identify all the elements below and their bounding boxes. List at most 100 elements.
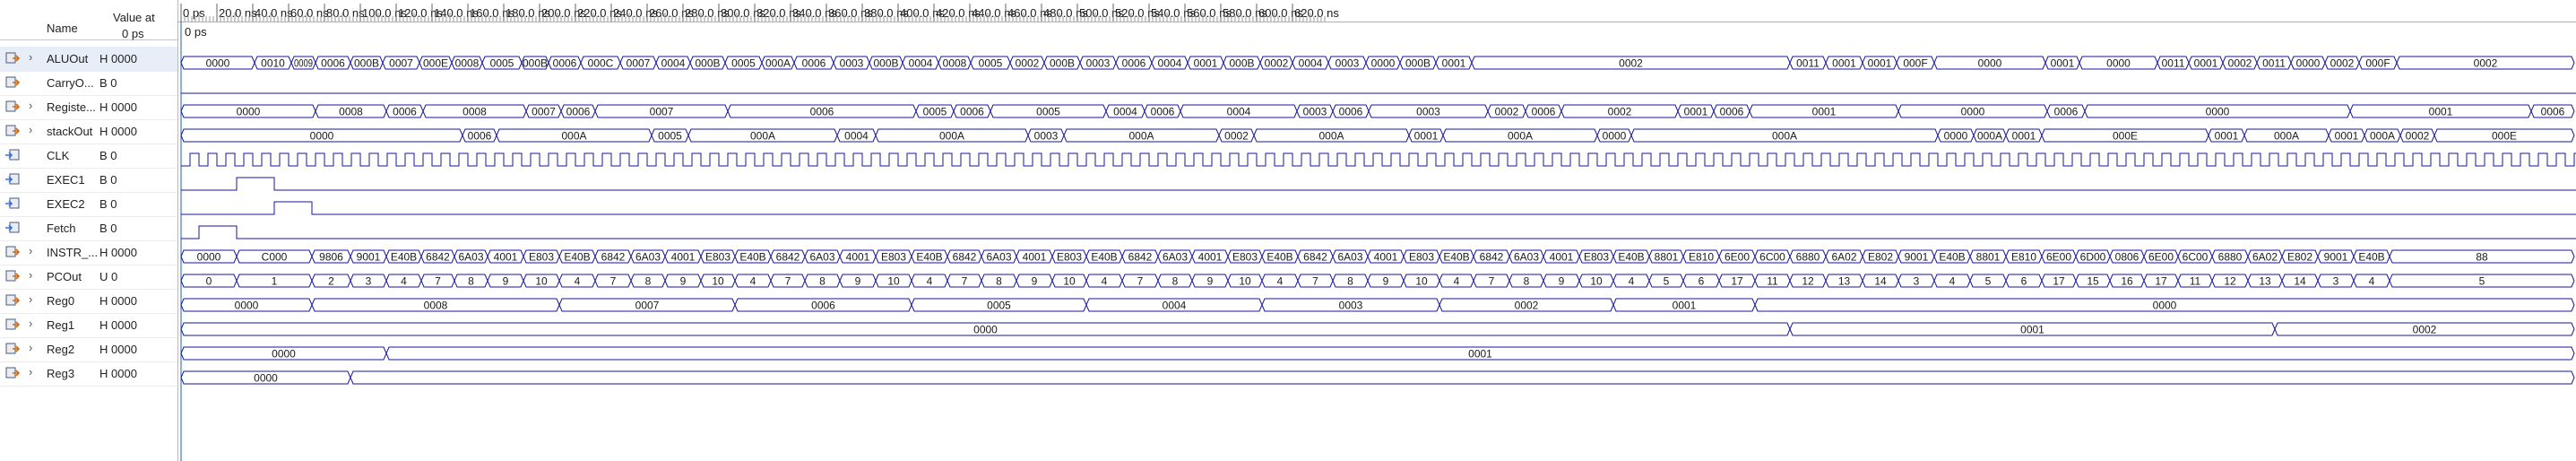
bus-value-label: 4	[401, 275, 407, 288]
bus-value-label: 6842	[426, 251, 450, 264]
bus-value-label: 0006	[1122, 57, 1146, 70]
bus-value-label: 0003	[1416, 106, 1440, 118]
signal-row[interactable]: › Reg2 H 0000	[0, 337, 177, 362]
bus-value-label: 6A02	[1831, 251, 1856, 264]
bus-value-label: 0000	[1603, 130, 1627, 143]
clock-trace	[181, 152, 2576, 167]
value-column-header[interactable]: Value at 0 ps	[106, 0, 177, 40]
bus-value-label: 0002	[2474, 57, 2498, 70]
bus-value-label: 4001	[494, 251, 518, 264]
signal-trace[interactable]	[181, 177, 2576, 191]
signal-trace[interactable]: 0000 0006 000A 0005 000A 0004 000A 0003 000A 0002…	[180, 128, 2575, 143]
signal-row[interactable]: › stackOut H 0000	[0, 119, 177, 144]
bus-value-label: 6880	[1796, 251, 1820, 264]
waveform-canvas[interactable]: 0 ps 20.0 ns40.0 ns60.0 ns80.0 ns100.0 ns…	[177, 0, 2576, 461]
signal-trace[interactable]: 0000 0001	[180, 346, 2575, 361]
signal-row[interactable]: › PCOut U 0	[0, 265, 177, 290]
bus-value-label: 8	[1524, 275, 1530, 288]
signal-trace[interactable]	[181, 225, 2576, 239]
bus-value-label: 6842	[601, 251, 626, 264]
bus-value-label: 0001	[2020, 324, 2044, 336]
expand-chevron-icon[interactable]: ›	[29, 365, 32, 378]
expand-chevron-icon[interactable]: ›	[29, 341, 32, 354]
signal-row[interactable]: › ALUOut H 0000	[0, 47, 177, 72]
bus-value-label: 0001	[2194, 57, 2218, 70]
bus-value-label: E803	[529, 251, 554, 264]
bus-value-label: 0001	[2335, 130, 2359, 143]
bus-value-label: 0004	[1113, 106, 1137, 118]
bus-value-label: 0006	[566, 106, 591, 118]
bus-value-label: 0000	[1978, 57, 2002, 70]
bus-value-label: 0003	[1339, 300, 1363, 312]
bus-value-label: 7	[435, 275, 441, 288]
expand-chevron-icon[interactable]: ›	[29, 317, 32, 330]
signal-trace[interactable]: 0000 0010 0009 0006 000B 0007 000E 0008 0005 000B…	[180, 56, 2575, 70]
signal-name: CLK	[47, 149, 70, 162]
signal-row[interactable]: EXEC2 B 0	[0, 192, 177, 217]
bus-value-label: 0001	[1194, 57, 1218, 70]
signal-value: H 0000	[99, 367, 137, 380]
value-column-time: 0 ps	[122, 27, 144, 40]
bus-value-label: 9001	[357, 251, 381, 264]
bus-value-label: 0003	[1034, 130, 1059, 143]
bus-value-label: 0008	[339, 106, 363, 118]
signal-row[interactable]: CarryO... B 0	[0, 71, 177, 96]
expand-chevron-icon[interactable]: ›	[29, 99, 32, 112]
signal-row[interactable]: › Registe... H 0000	[0, 95, 177, 120]
bus-value-label: 0002	[2330, 57, 2355, 70]
output-icon	[5, 100, 21, 113]
signal-row[interactable]: › Reg3 H 0000	[0, 361, 177, 387]
signal-trace[interactable]: 0 1 2 3 4 7 8 9 10 4 7 8 9 10 4 7 8 9 10 4 7 8 9 10 4 7 8 9 10 4 7 8 9 10…	[180, 274, 2575, 288]
signal-row[interactable]: EXEC1 B 0	[0, 168, 177, 193]
bus-value-label: 4	[2369, 275, 2375, 288]
signal-value: B 0	[99, 76, 117, 90]
signal-trace[interactable]: 0000 C000 9806 9001 E40B 6842 6A03 4001 E803 E40B…	[180, 249, 2575, 264]
bus-value-label: E803	[1409, 251, 1434, 264]
bus-value-label: 8801	[1655, 251, 1679, 264]
bus-value-label: 4001	[1198, 251, 1223, 264]
expand-chevron-icon[interactable]: ›	[29, 50, 32, 64]
bus-value-label: 0004	[1299, 57, 1323, 70]
signal-name: Fetch	[47, 222, 76, 235]
signal-trace[interactable]	[181, 201, 2576, 215]
bus-value-label: 0007	[635, 300, 660, 312]
expand-chevron-icon[interactable]: ›	[29, 292, 32, 306]
bus-value-label: 0000	[206, 57, 230, 70]
bus-value-label: 0006	[810, 106, 834, 118]
bus-value-label: E810	[1689, 251, 1714, 264]
bus-value-label: 14	[2294, 275, 2306, 288]
signal-row[interactable]: › INSTR_... H 0000	[0, 240, 177, 265]
bus-value-label: 0000	[973, 324, 998, 336]
signal-name: Registe...	[47, 100, 96, 114]
bus-value-label: 0008	[455, 57, 480, 70]
expand-chevron-icon[interactable]: ›	[29, 244, 32, 257]
signal-value: B 0	[99, 222, 117, 235]
bus-value-label: 0000	[2106, 57, 2131, 70]
bus-value-label: 0001	[1442, 57, 1466, 70]
bus-value-label: 6D00	[2080, 251, 2106, 264]
expand-chevron-icon[interactable]: ›	[29, 123, 32, 136]
signal-row[interactable]: CLK B 0	[0, 144, 177, 169]
signal-name: Reg2	[47, 343, 75, 356]
bus-value-label: 000F	[2365, 57, 2390, 70]
bus-value-label: 4	[1454, 275, 1460, 288]
signal-trace[interactable]: 0000 0001 0002	[180, 322, 2575, 336]
expand-chevron-icon[interactable]: ›	[29, 268, 32, 282]
signal-trace[interactable]: 0000 0008 0006 0008 0007 0006 0007 0006 0005 0006…	[180, 104, 2575, 118]
bus-value-label: 0007	[389, 57, 413, 70]
signal-row[interactable]: › Reg0 H 0000	[0, 289, 177, 314]
bus-value-label: 0005	[658, 130, 682, 143]
signal-trace[interactable]: 0000	[180, 370, 2575, 385]
name-column-header[interactable]: Name	[0, 0, 106, 40]
signal-row[interactable]: Fetch B 0	[0, 216, 177, 241]
bus-value-label: 0000	[272, 348, 296, 361]
bus-value-label: 0006	[321, 57, 345, 70]
bus-value-label: 8	[468, 275, 474, 288]
bus-value-label: 0003	[840, 57, 864, 70]
signal-trace[interactable]	[181, 152, 2576, 167]
bus-value-label: 14	[1874, 275, 1887, 288]
signal-row[interactable]: › Reg1 H 0000	[0, 313, 177, 338]
bus-value-label: 000A	[1977, 130, 2002, 143]
bus-value-label: 000B	[354, 57, 379, 70]
signal-trace[interactable]: 0000 0008 0007 0006 0005 0004 0003 0002 0001 0000	[180, 298, 2575, 312]
